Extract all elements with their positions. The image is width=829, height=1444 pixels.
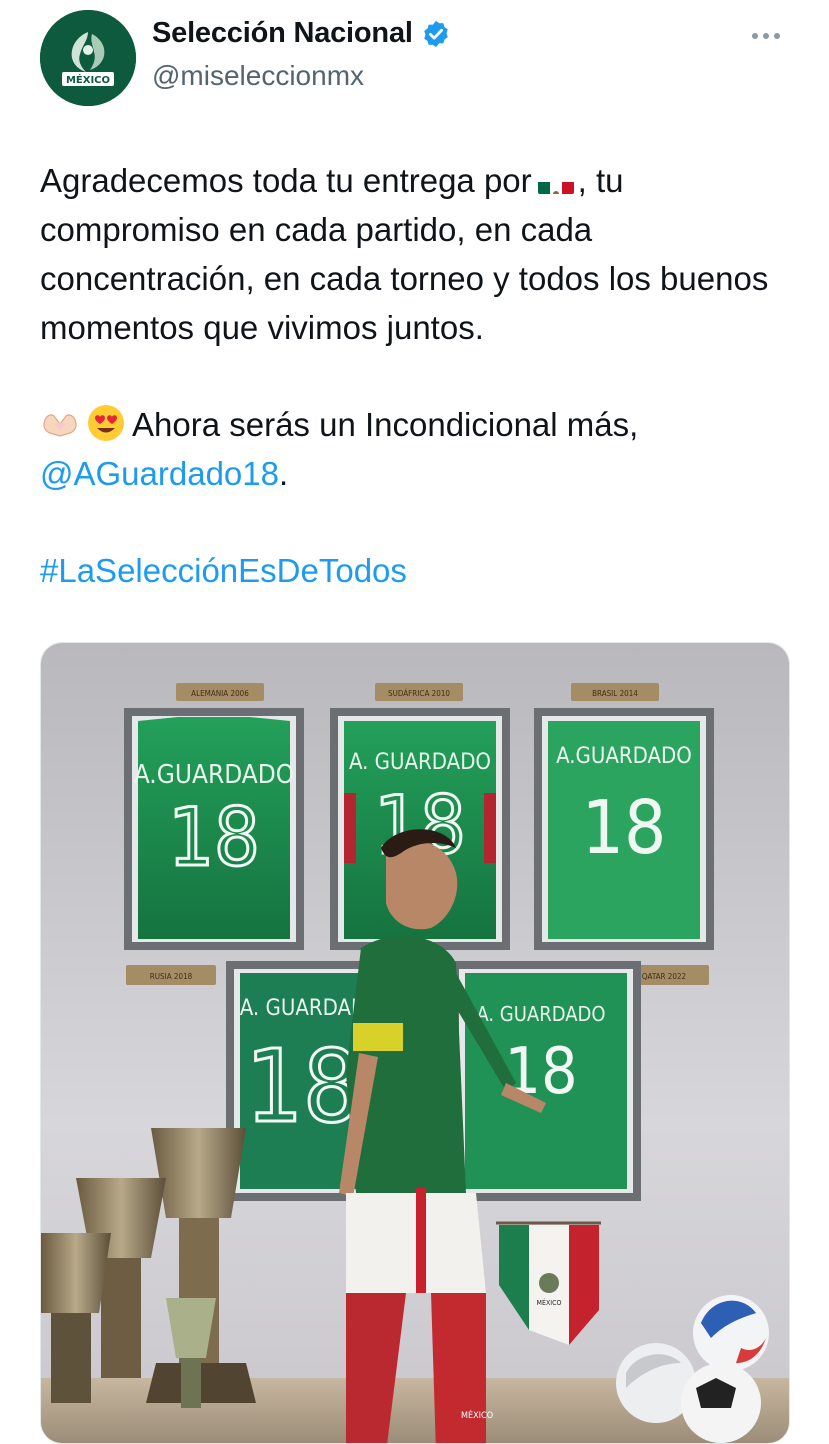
tweet-header: MÉXICO Selección Nacional @miseleccionmx <box>0 0 829 120</box>
plaque-brasil-2014: BRASIL 2014 <box>571 683 659 701</box>
tweet-paragraph-3: #LaSelecciónEsDeTodos <box>40 546 800 595</box>
shorts-text: MÉXICO <box>461 1409 493 1421</box>
svg-text:A. GUARDADO: A. GUARDADO <box>476 1002 605 1026</box>
display-name[interactable]: Selección Nacional <box>152 17 413 50</box>
svg-text:A. GUARDAD: A. GUARDAD <box>240 996 366 1021</box>
jersey-frame-3: A.GUARDADO 18 <box>534 708 714 950</box>
hashtag-link[interactable]: #LaSelecciónEsDeTodos <box>40 552 407 589</box>
heart-eyes-emoji-icon <box>86 403 126 443</box>
svg-text:A.GUARDADO: A.GUARDADO <box>134 760 294 790</box>
svg-text:QATAR 2022: QATAR 2022 <box>642 972 686 981</box>
svg-text:18: 18 <box>168 791 260 884</box>
mexico-crest-icon: MÉXICO <box>40 10 136 106</box>
heart-hands-emoji-icon <box>40 403 80 443</box>
tweet-text: Agradecemos toda tu entrega por, tu comp… <box>40 156 800 595</box>
svg-text:RUSIA 2018: RUSIA 2018 <box>150 972 193 981</box>
tweet-text-segment: . <box>279 455 289 492</box>
verified-badge-icon <box>423 20 448 47</box>
more-options-icon[interactable] <box>752 26 788 46</box>
plaque-sudafrica-2010: SUDÁFRICA 2010 <box>375 683 463 701</box>
avatar-text: MÉXICO <box>66 73 110 86</box>
tweet-paragraph-2: Ahora serás un Incondicional más, @AGuar… <box>40 400 800 498</box>
tweet-text-segment: Ahora serás un Incondicional más, <box>132 406 639 443</box>
author-name-row: Selección Nacional <box>152 17 451 50</box>
svg-text:BRASIL 2014: BRASIL 2014 <box>592 689 638 698</box>
pennant-text: MÉXICO <box>537 1298 562 1307</box>
tweet-media-image[interactable]: ALEMANIA 2006 SUDÁFRICA 2010 BRASIL 2014… <box>40 642 790 1444</box>
jersey-frame-1: A.GUARDADO 18 <box>124 708 304 950</box>
avatar[interactable]: MÉXICO <box>40 10 136 106</box>
plaque-alemania-2006: ALEMANIA 2006 <box>176 683 264 701</box>
mexico-flag-icon <box>537 170 574 194</box>
author-handle[interactable]: @miseleccionmx <box>152 60 364 92</box>
svg-text:A. GUARDADO: A. GUARDADO <box>349 750 491 775</box>
svg-text:18: 18 <box>246 1028 360 1145</box>
mention-link[interactable]: @AGuardado18 <box>40 455 279 492</box>
svg-text:A.GUARDADO: A.GUARDADO <box>556 744 692 769</box>
svg-text:18: 18 <box>582 785 667 871</box>
tweet-text-segment: Agradecemos toda tu entrega por <box>40 162 532 199</box>
svg-text:SUDÁFRICA 2010: SUDÁFRICA 2010 <box>388 687 450 698</box>
svg-text:ALEMANIA 2006: ALEMANIA 2006 <box>191 689 249 698</box>
tweet-paragraph-1: Agradecemos toda tu entrega por, tu comp… <box>40 156 800 352</box>
plaque-rusia-2018: RUSIA 2018 <box>126 965 216 985</box>
jersey-frame-5: A. GUARDADO 18 <box>451 961 641 1201</box>
